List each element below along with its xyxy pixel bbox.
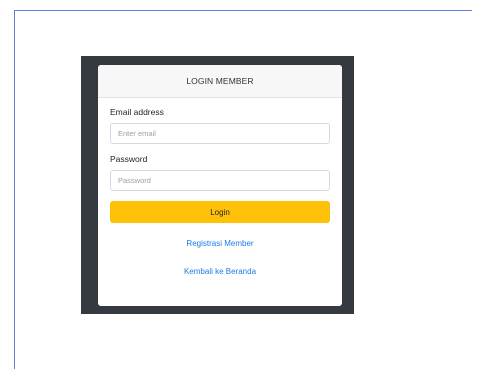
back-home-link[interactable]: Kembali ke Beranda [110,267,330,276]
password-label: Password [110,154,148,164]
password-field[interactable] [110,170,330,191]
login-title: LOGIN MEMBER [186,76,254,86]
email-field[interactable] [110,123,330,144]
card-header: LOGIN MEMBER [98,65,342,98]
email-label: Email address [110,107,164,117]
page: LOGIN MEMBER Email address Password Logi… [0,0,479,369]
login-card: LOGIN MEMBER Email address Password Logi… [98,65,342,306]
email-group: Email address [110,107,330,144]
left-divider [14,10,15,369]
top-divider [14,10,472,11]
login-button[interactable]: Login [110,201,330,223]
password-group: Password [110,154,330,191]
register-link[interactable]: Registrasi Member [110,239,330,248]
login-form: Email address Password Login Registrasi … [98,98,342,276]
